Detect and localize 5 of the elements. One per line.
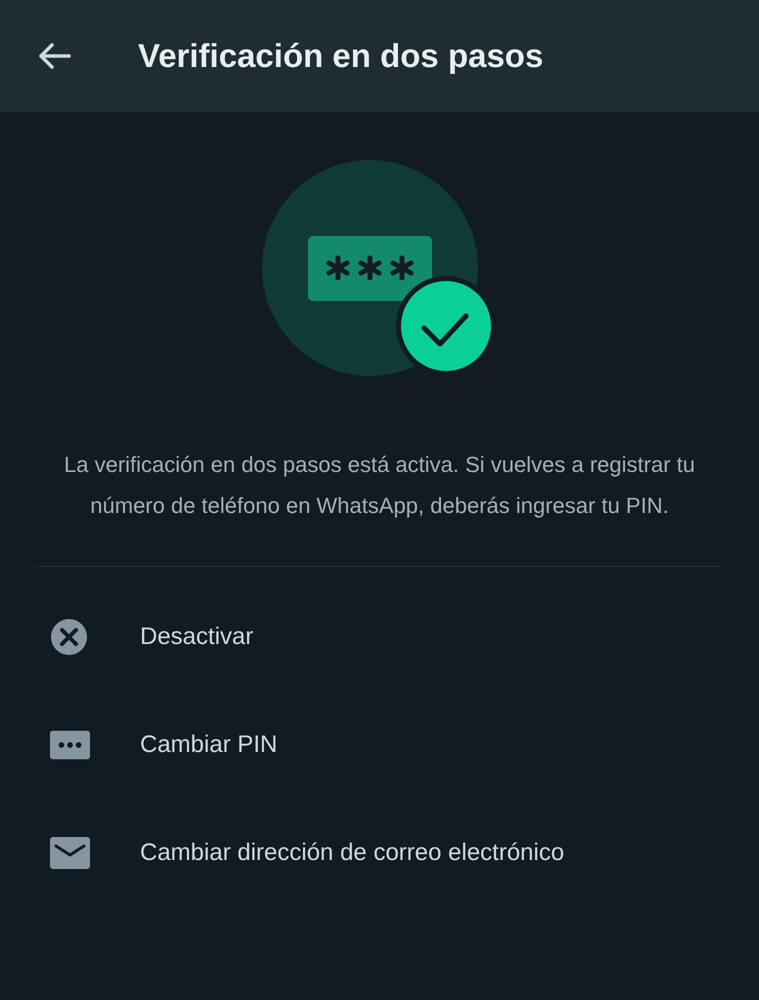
- description-text: La verificación en dos pasos está activa. Si vuelves a registrar tu número de teléfono en WhatsApp, deberás ingresar tu PIN.: [36, 444, 723, 567]
- menu-item[interactable]: Cambiar PIN: [140, 731, 278, 759]
- page-title: Verificación en dos pasos: [138, 37, 544, 75]
- menu-item[interactable]: Desactivar: [140, 623, 254, 651]
- menu-item[interactable]: Cambiar dirección de correo electrónico: [140, 839, 564, 867]
